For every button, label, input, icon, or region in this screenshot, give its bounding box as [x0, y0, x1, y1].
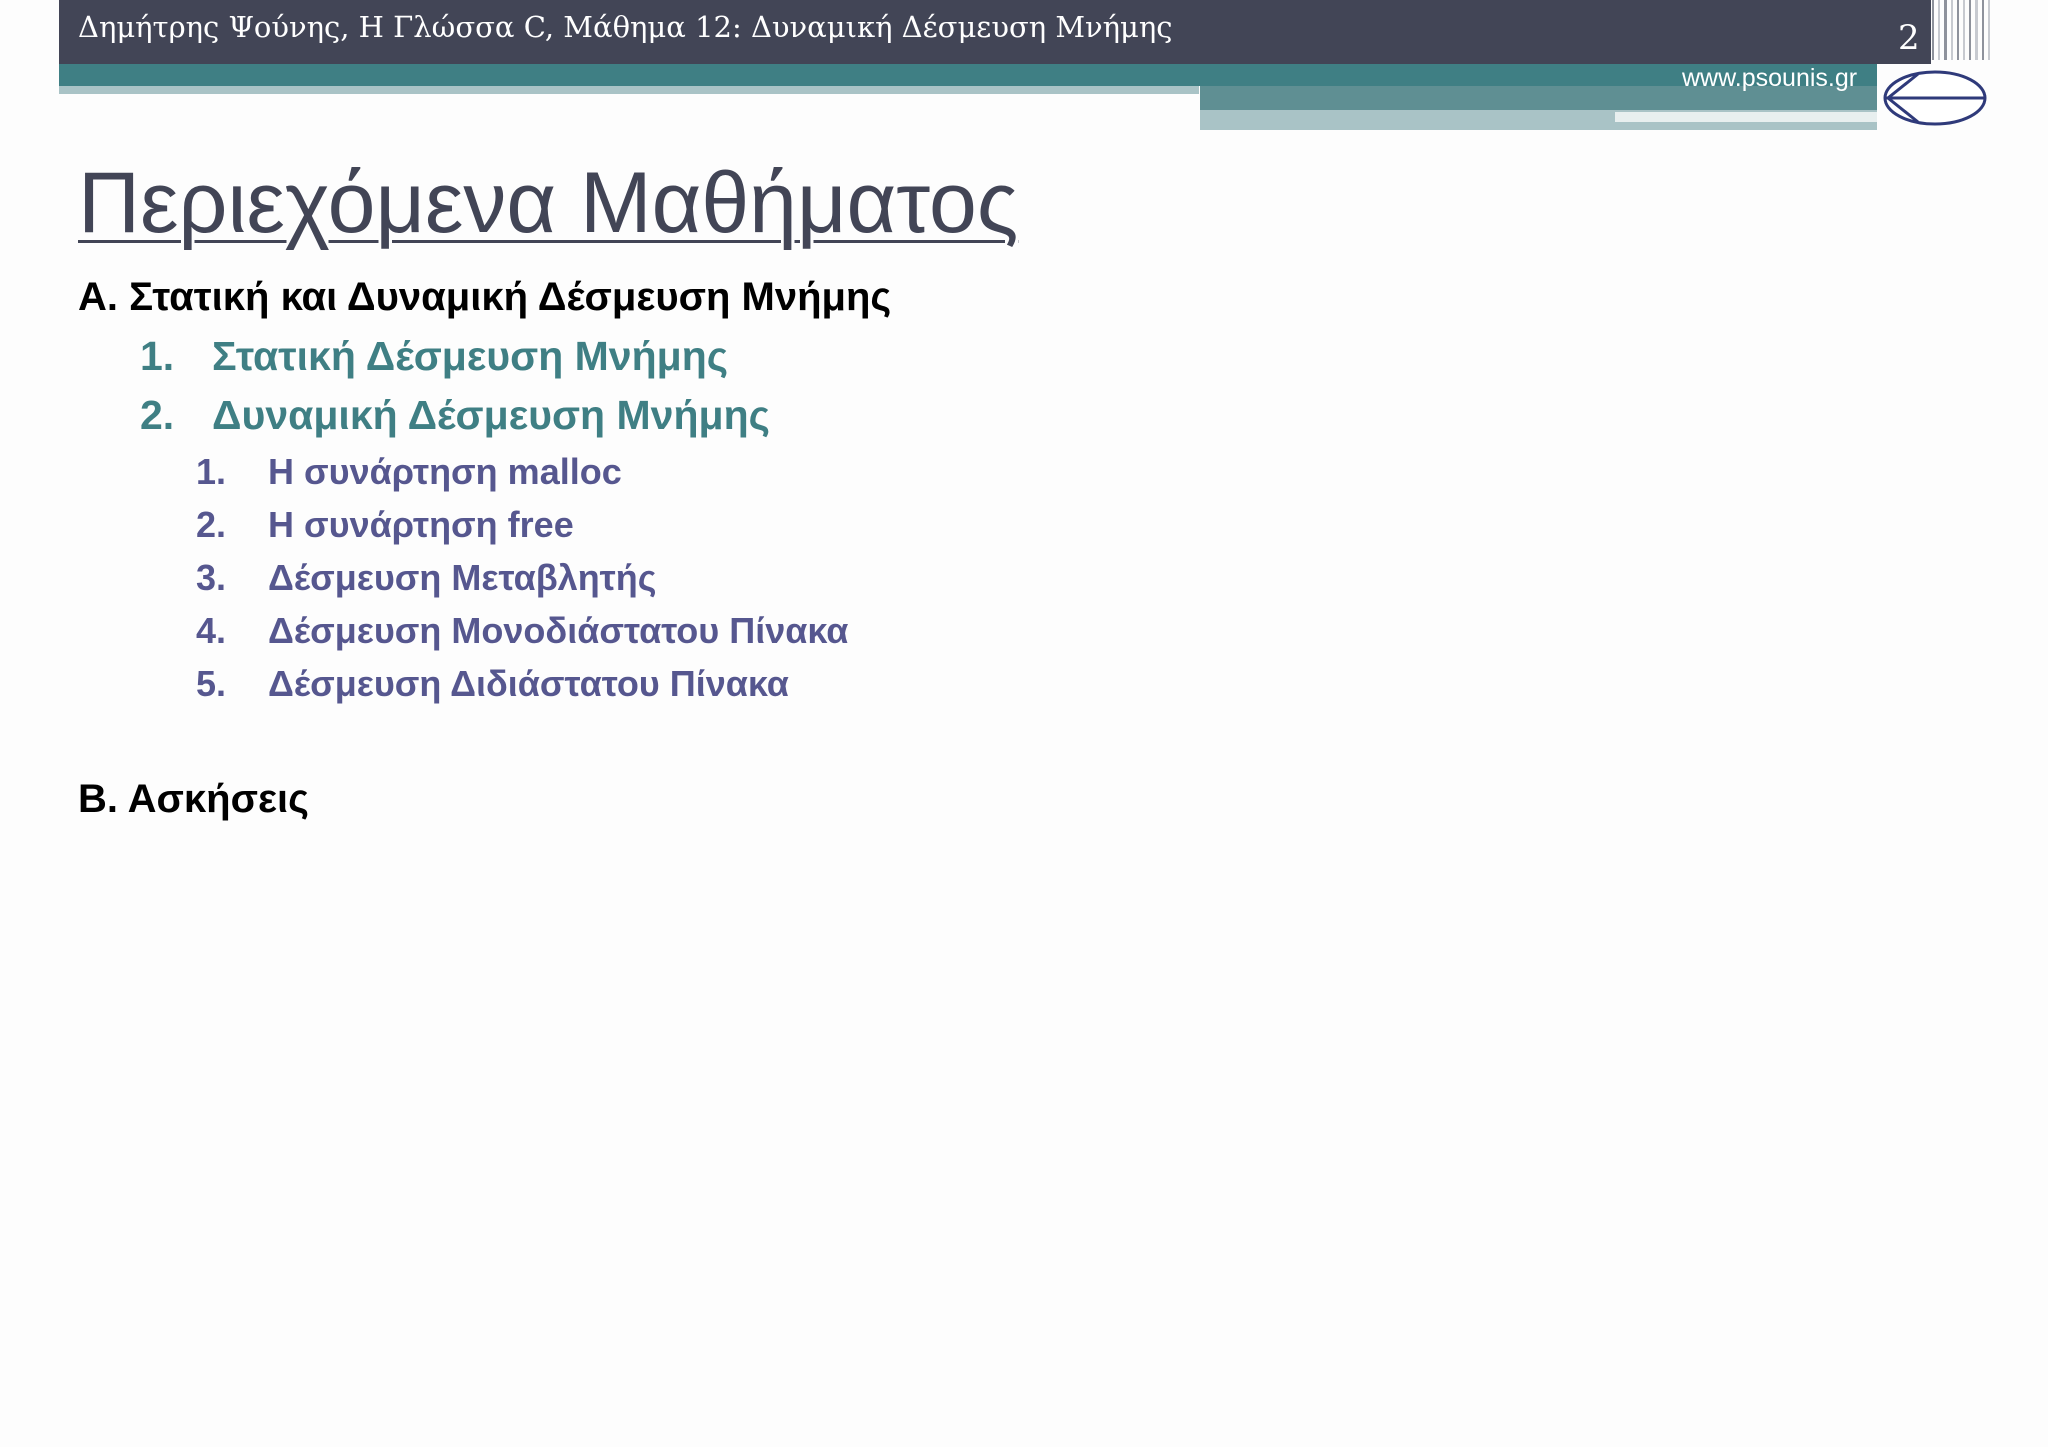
- sub-list-item-number: 2.: [196, 504, 227, 545]
- sub-list-item-number: 1.: [196, 451, 227, 492]
- header-teal-band: [59, 64, 1877, 86]
- sub-list-item-number: 5.: [196, 663, 227, 704]
- section-heading-b: Β. Ασκήσεις: [78, 777, 309, 821]
- sub-list-item-label: Δέσμευση Μεταβλητής: [268, 557, 657, 598]
- decorative-stripes: [1932, 0, 1991, 60]
- header-accent-line: [1615, 112, 1877, 122]
- list-item-number: 2.: [140, 392, 175, 438]
- header-light-band: [59, 86, 1199, 94]
- list-item-label: Δυναμική Δέσμευση Μνήμης: [212, 392, 770, 438]
- psounis-logo-icon: [1883, 70, 1987, 126]
- page-number: 2: [1898, 18, 1920, 58]
- sub-list-item-label: Η συνάρτηση malloc: [268, 451, 622, 492]
- page-title: Περιεχόμενα Μαθήματος: [78, 155, 1019, 251]
- sub-list-item-label: Δέσμευση Μονοδιάστατου Πίνακα: [268, 610, 849, 651]
- header-text: Δημήτρης Ψούνης, Η Γλώσσα C, Μάθημα 12: …: [78, 10, 1173, 44]
- list-item-label: Στατική Δέσμευση Μνήμης: [212, 333, 729, 379]
- sub-list-item-label: Δέσμευση Διδιάστατου Πίνακα: [268, 663, 789, 704]
- section-heading-a: Α. Στατική και Δυναμική Δέσμευση Μνήμης: [78, 275, 892, 319]
- sub-list-item-label: Η συνάρτηση free: [268, 504, 574, 545]
- slide: Δημήτρης Ψούνης, Η Γλώσσα C, Μάθημα 12: …: [0, 0, 2048, 1447]
- sub-list-item-number: 4.: [196, 610, 227, 651]
- website-link[interactable]: www.psounis.gr: [1682, 64, 1857, 93]
- sub-list-item-number: 3.: [196, 557, 227, 598]
- list-item-number: 1.: [140, 333, 175, 379]
